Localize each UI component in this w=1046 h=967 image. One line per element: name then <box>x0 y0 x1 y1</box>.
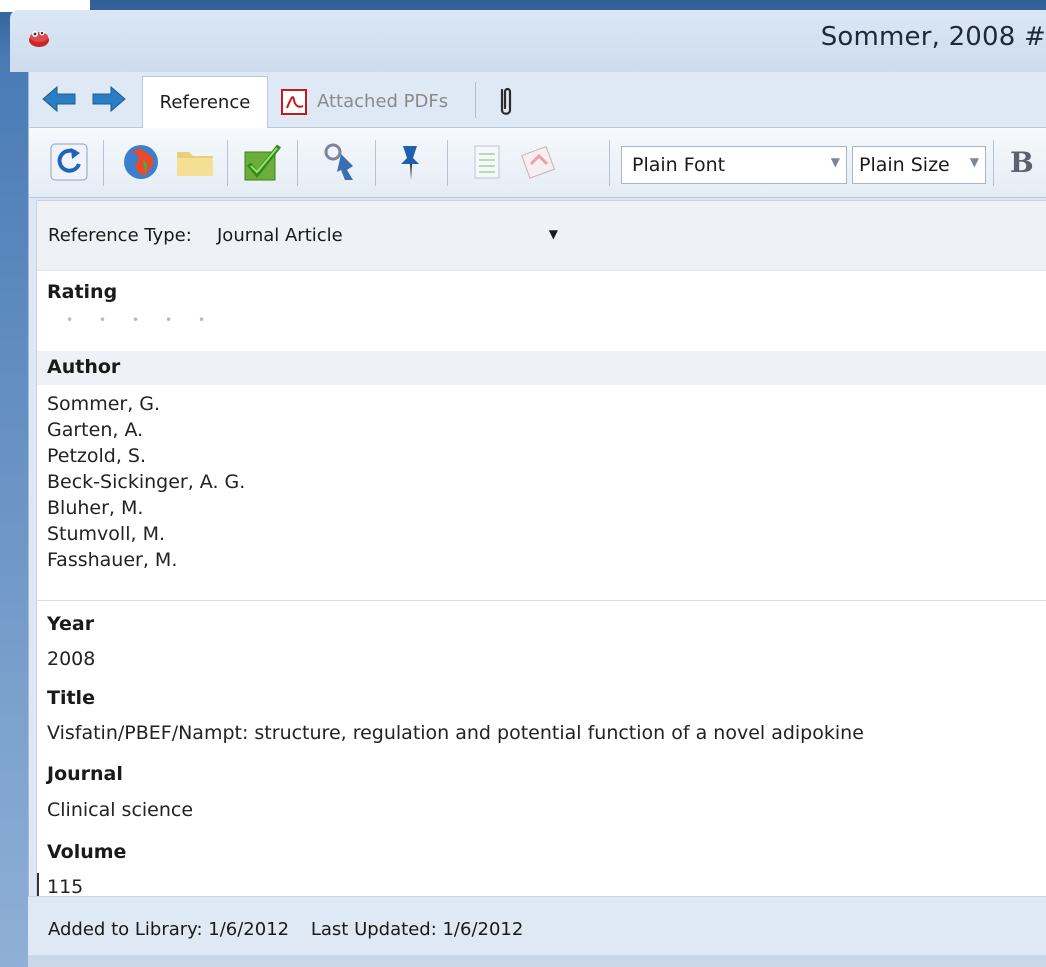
reference-type-label: Reference Type: <box>48 225 192 246</box>
year-label: Year <box>47 613 95 635</box>
find-text-icon[interactable] <box>319 140 363 184</box>
paperclip-icon[interactable] <box>495 84 517 118</box>
window-bottom-edge <box>28 955 1046 967</box>
tab-row: Reference Attached PDFs <box>29 72 1046 128</box>
chevron-down-icon: ▼ <box>548 227 558 241</box>
journal-field[interactable]: Clinical science <box>47 797 193 823</box>
forward-arrow-icon[interactable] <box>91 84 127 114</box>
spell-check-icon[interactable] <box>241 140 285 184</box>
bold-button[interactable]: B <box>1004 142 1044 186</box>
title-label: Title <box>47 687 95 709</box>
back-arrow-icon[interactable] <box>41 84 77 114</box>
reference-fields-panel: Reference Type: Journal Article ▼ Rating… <box>36 200 1046 962</box>
rating-star-icon[interactable]: • <box>119 313 152 327</box>
window-title: Sommer, 2008 # <box>820 22 1046 52</box>
toolbar-separator <box>103 140 104 186</box>
reference-type-value: Journal Article <box>217 225 343 246</box>
reference-type-select[interactable]: Journal Article ▼ <box>214 221 566 251</box>
toolbar-separator <box>609 140 610 186</box>
rating-stars[interactable]: • • • • • <box>53 313 218 327</box>
refresh-icon[interactable] <box>47 140 91 184</box>
tab-reference-label: Reference <box>159 92 251 113</box>
font-select[interactable]: Plain Font ▼ <box>621 146 847 184</box>
size-select[interactable]: Plain Size ▼ <box>852 146 986 184</box>
last-updated: Last Updated: 1/6/2012 <box>310 919 524 940</box>
list-icon[interactable] <box>465 140 509 184</box>
author-value: Fasshauer, M. <box>47 549 178 571</box>
author-value: Petzold, S. <box>47 445 147 467</box>
author-value: Bluher, M. <box>47 497 144 519</box>
chevron-down-icon: ▼ <box>966 155 979 169</box>
rating-star-icon[interactable]: • <box>53 313 86 327</box>
globe-icon[interactable] <box>119 140 163 184</box>
rating-star-icon[interactable]: • <box>185 313 218 327</box>
author-value: Beck-Sickinger, A. G. <box>47 471 246 493</box>
year-field[interactable]: 2008 <box>47 646 95 672</box>
tab-attached-pdfs-label: Attached PDFs <box>317 90 449 112</box>
toolbar-separator <box>375 140 376 186</box>
tab-separator <box>475 82 476 118</box>
rating-star-icon[interactable]: • <box>86 313 119 327</box>
volume-label: Volume <box>47 841 127 863</box>
reference-type-bar: Reference Type: Journal Article ▼ <box>37 201 1046 271</box>
author-value: Sommer, G. <box>47 393 161 415</box>
tab-reference[interactable]: Reference <box>142 76 268 128</box>
toolbar-separator <box>297 140 298 186</box>
author-value: Garten, A. <box>47 419 144 441</box>
journal-label: Journal <box>47 763 123 785</box>
author-field[interactable]: Sommer, G. Garten, A. Petzold, S. Beck-S… <box>47 391 245 573</box>
editor-toolbar: Plain Font ▼ Plain Size ▼ B <box>29 128 1046 198</box>
pushpin-icon[interactable] <box>389 140 433 184</box>
pdf-icon <box>281 89 307 115</box>
toolbar-separator <box>227 140 228 186</box>
size-select-value: Plain Size <box>859 154 950 176</box>
toolbar-separator <box>447 140 448 186</box>
font-select-value: Plain Font <box>632 154 726 176</box>
rating-star-icon[interactable]: • <box>152 313 185 327</box>
chevron-down-icon: ▼ <box>830 155 840 169</box>
author-label-band <box>37 351 1046 385</box>
title-field[interactable]: Visfatin/PBEF/Nampt: structure, regulati… <box>47 720 864 746</box>
folder-icon[interactable] <box>173 140 217 184</box>
field-divider <box>37 600 1046 601</box>
rating-label: Rating <box>47 281 118 303</box>
added-to-library: Added to Library: 1/6/2012 <box>48 919 290 940</box>
insert-picture-icon[interactable] <box>517 140 561 184</box>
author-value: Stumvoll, M. <box>47 523 165 545</box>
tab-attached-pdfs[interactable]: Attached PDFs <box>273 76 473 126</box>
toolbar-separator <box>993 140 994 186</box>
author-label: Author <box>47 356 121 378</box>
endnote-app-icon[interactable] <box>25 22 55 52</box>
